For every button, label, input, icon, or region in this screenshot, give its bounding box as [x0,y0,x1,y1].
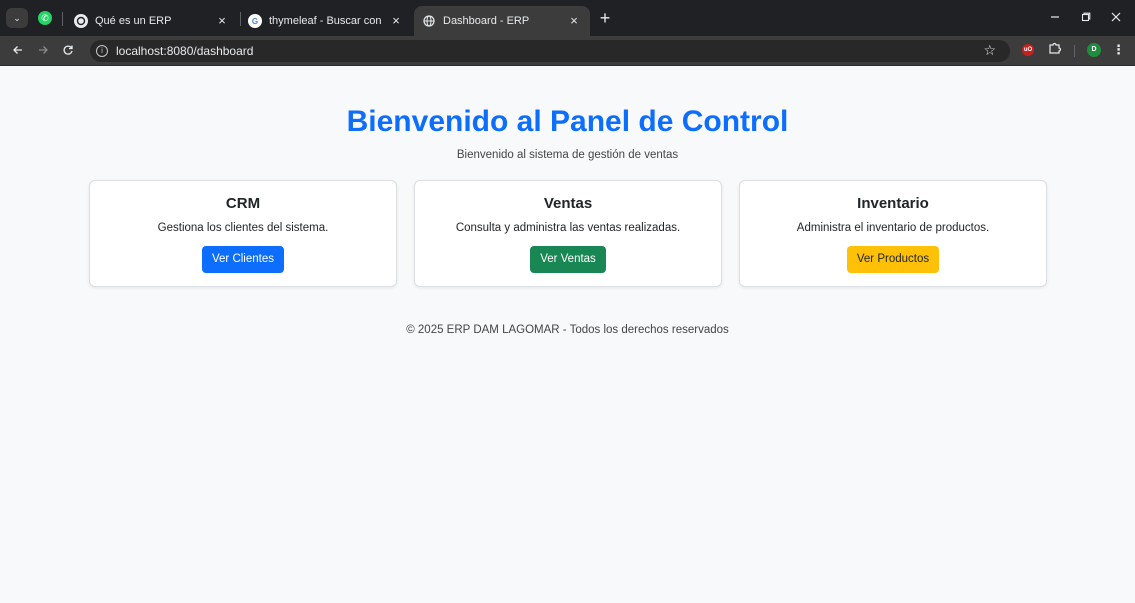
more-menu-icon[interactable]: ⋮ [1112,40,1125,60]
tab-title: thymeleaf - Buscar con Google [269,15,384,27]
back-arrow-icon[interactable] [8,41,28,61]
minimize-window-icon[interactable] [1040,6,1070,30]
ver-clientes-button[interactable]: Ver Clientes [201,246,284,273]
ver-ventas-button[interactable]: Ver Ventas [530,246,606,273]
globe-icon [422,14,436,28]
address-url: localhost:8080/dashboard [116,44,254,58]
tab-title: Qué es un ERP [95,15,172,27]
page-footer: © 2025 ERP DAM LAGOMAR - Todos los derec… [406,324,729,336]
google-icon: G [248,14,262,28]
ver-productos-button[interactable]: Ver Productos [846,246,940,273]
restore-window-icon[interactable] [1071,6,1101,30]
toolbar-separator [1074,45,1075,57]
tab-title: Dashboard - ERP [443,15,530,27]
profile-avatar[interactable]: D [1087,43,1101,57]
page-content: Bienvenido al Panel de Control Bienvenid… [0,67,1135,603]
card-crm: CRM Gestiona los clientes del sistema. V… [89,180,397,287]
card-inventario: Inventario Administra el inventario de p… [739,180,1047,287]
pinned-tab-whatsapp[interactable]: ✆ [34,8,56,28]
tab-dashboard-erp[interactable]: Dashboard - ERP × [414,6,590,36]
site-info-icon[interactable]: i [96,45,108,57]
tab-que-es-un-erp[interactable]: Qué es un ERP × [66,6,238,36]
extensions-puzzle-icon[interactable] [1046,40,1064,60]
card-title: CRM [225,195,261,212]
close-window-icon[interactable] [1101,6,1131,30]
card-description: Administra el inventario de productos. [796,222,990,234]
address-bar[interactable]: i localhost:8080/dashboard ☆ [90,40,1010,62]
whatsapp-icon: ✆ [38,11,52,25]
card-ventas: Ventas Consulta y administra las ventas … [414,180,722,287]
reload-icon[interactable] [58,41,78,61]
browser-tab-bar: ⌄ ✆ Qué es un ERP × G thymeleaf - Buscar… [0,0,1135,36]
bookmark-star-icon[interactable]: ☆ [983,42,996,59]
new-tab-button[interactable]: + [595,8,615,28]
forward-arrow-icon[interactable] [33,41,53,61]
page-subtitle: Bienvenido al sistema de gestión de vent… [456,149,679,161]
browser-toolbar: i localhost:8080/dashboard ☆ [0,36,1135,66]
close-tab-icon[interactable]: × [566,13,582,29]
card-title: Inventario [857,195,929,212]
chatgpt-icon [74,14,88,28]
card-description: Consulta y administra las ventas realiza… [455,222,681,234]
tab-separator [62,12,63,26]
close-tab-icon[interactable]: × [388,13,404,29]
ublock-extension-icon[interactable]: uO [1022,44,1034,56]
tab-search-icon[interactable]: ⌄ [6,8,28,28]
card-title: Ventas [543,195,593,212]
page-title: Bienvenido al Panel de Control [346,105,789,138]
card-description: Gestiona los clientes del sistema. [157,222,329,234]
tab-thymeleaf-google[interactable]: G thymeleaf - Buscar con Google × [240,6,412,36]
close-tab-icon[interactable]: × [214,13,230,29]
